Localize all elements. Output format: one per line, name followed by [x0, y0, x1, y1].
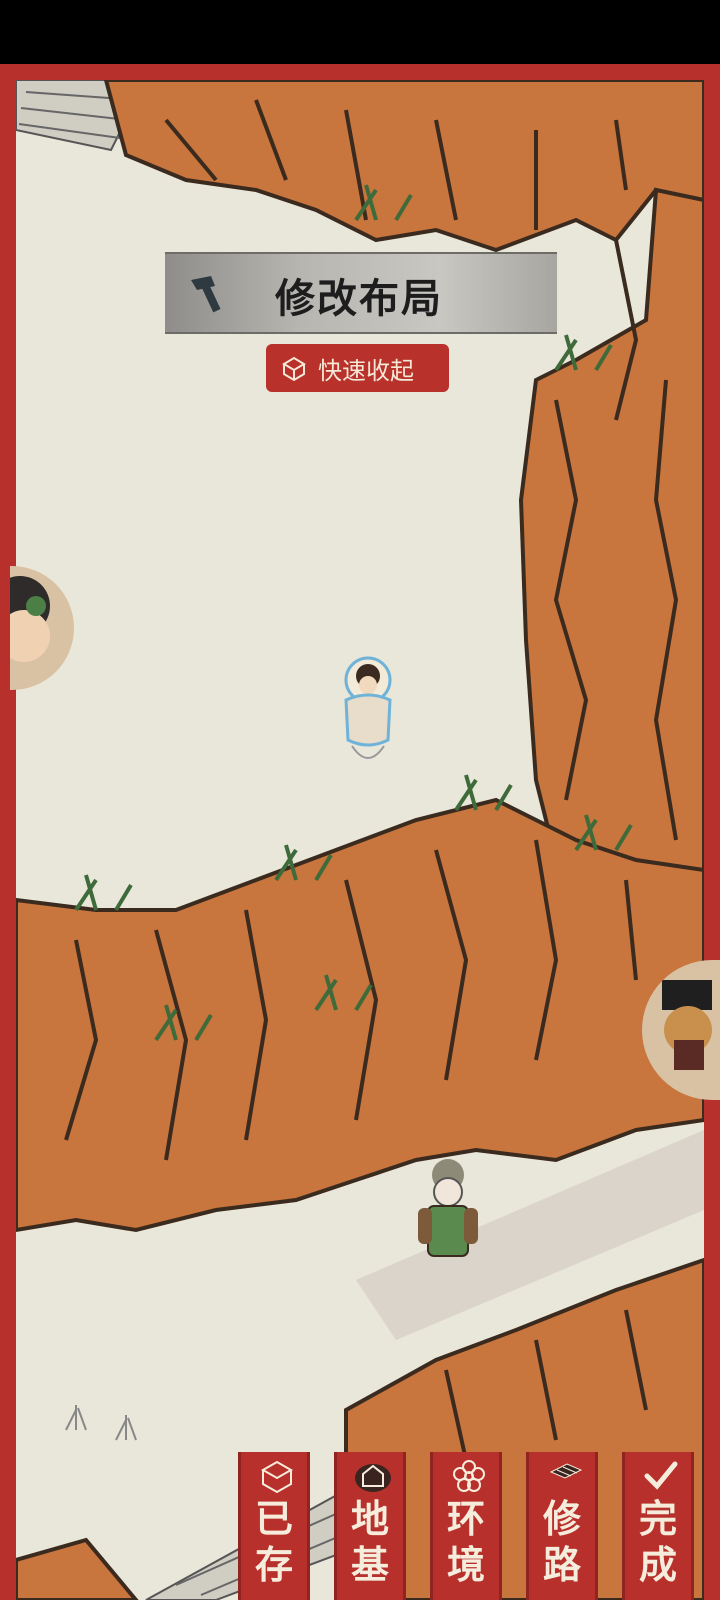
tab-foundation-bottom: 基	[350, 1542, 389, 1587]
tab-saved[interactable]: 已 存	[238, 1452, 310, 1600]
tab-road-top: 修	[542, 1496, 581, 1541]
cliff-top	[103, 80, 704, 253]
box-collapse-icon	[282, 356, 306, 382]
hammer-icon	[191, 276, 221, 313]
tab-foundation[interactable]: 地 基	[334, 1452, 406, 1600]
tab-environment-top: 环	[446, 1496, 485, 1541]
tab-environment-bottom: 境	[446, 1542, 485, 1587]
character-strongman[interactable]	[344, 656, 392, 759]
tab-saved-top: 已	[254, 1496, 293, 1541]
cliff-middle	[16, 797, 704, 1233]
tab-saved-bottom: 存	[254, 1542, 293, 1587]
layout-edit-banner: 修改布局	[165, 252, 557, 334]
tab-road-bottom: 路	[542, 1542, 581, 1587]
flower-icon	[453, 1460, 485, 1492]
tab-done-top: 完	[638, 1496, 677, 1541]
house-foundation-icon	[355, 1464, 391, 1492]
bottom-toolbar: 已 存 地 基 环 境 修 路 完 成	[238, 1452, 708, 1600]
tab-road[interactable]: 修 路	[526, 1452, 598, 1600]
road-tile-icon	[549, 1463, 583, 1479]
page-title: 修改布局	[275, 275, 443, 322]
tab-environment[interactable]: 环 境	[430, 1452, 502, 1600]
tab-done[interactable]: 完 成	[622, 1452, 694, 1600]
quick-collapse-label: 快速收起	[318, 356, 414, 385]
checkmark-icon	[644, 1461, 678, 1490]
dry-grass	[65, 1405, 137, 1441]
tab-done-bottom: 成	[638, 1542, 677, 1587]
character-elder[interactable]	[418, 1159, 478, 1257]
quick-collapse-button[interactable]: 快速收起	[266, 344, 449, 392]
tab-foundation-top: 地	[350, 1496, 389, 1541]
box-icon	[260, 1460, 294, 1494]
status-bar	[0, 0, 720, 64]
